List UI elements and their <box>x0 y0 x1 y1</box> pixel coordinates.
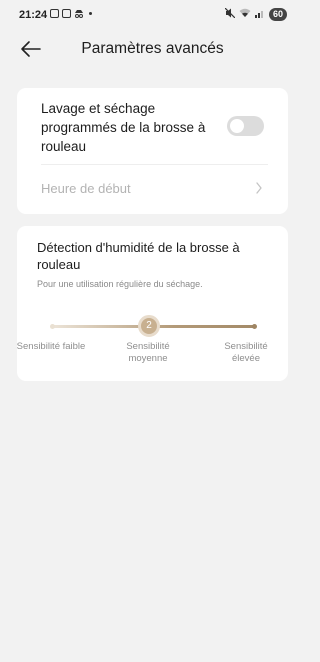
mute-icon <box>224 7 236 21</box>
top-app-bar: Paramètres avancés <box>0 30 305 70</box>
calendar-icon <box>62 9 71 18</box>
sensitivity-high-label: Sensibilité élevée <box>224 341 268 364</box>
scheduled-wash-card: Lavage et séchage programmés de la bross… <box>17 88 288 214</box>
slider-end-dot <box>252 324 257 329</box>
status-icons-left <box>50 9 92 18</box>
sensitivity-slider-thumb[interactable]: 2 <box>138 315 160 337</box>
start-time-label: Heure de début <box>41 181 131 196</box>
status-bar: 21:24 60 <box>0 0 305 30</box>
status-icons-right: 60 <box>224 7 287 21</box>
notification-dot-icon <box>89 12 92 15</box>
chevron-right-icon <box>256 182 262 194</box>
humidity-detection-title: Détection d'humidité de la brosse à roul… <box>37 240 240 272</box>
status-time: 21:24 <box>19 9 48 21</box>
slider-start-dot <box>50 324 55 329</box>
humidity-detection-card: Détection d'humidité de la brosse à roul… <box>17 226 288 381</box>
scheduled-wash-toggle[interactable] <box>227 116 264 136</box>
sensitivity-medium-label: Sensibilité moyenne <box>126 341 170 364</box>
wifi-icon <box>239 8 251 21</box>
toggle-knob <box>230 119 244 133</box>
humidity-detection-subtitle: Pour une utilisation régulière du séchag… <box>37 279 203 289</box>
incognito-icon <box>74 9 84 18</box>
battery-icon: 60 <box>268 8 287 21</box>
sensitivity-low-label: Sensibilité faible <box>16 341 86 352</box>
page-title: Paramètres avancés <box>81 40 224 57</box>
signal-icon <box>254 8 265 21</box>
scheduled-wash-label: Lavage et séchage programmés de la bross… <box>41 101 206 154</box>
start-time-row[interactable]: Heure de début <box>17 165 288 214</box>
screenshot-icon <box>50 9 59 18</box>
